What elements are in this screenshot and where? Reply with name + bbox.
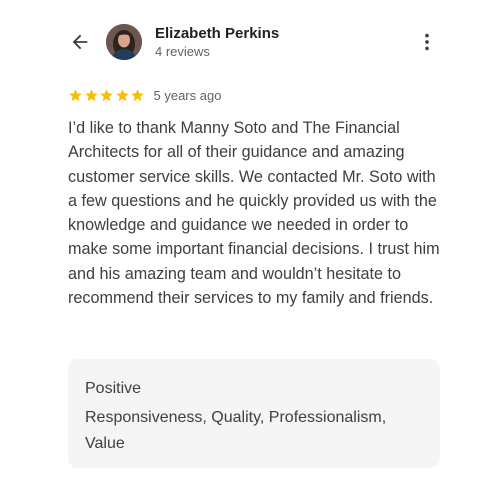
review-highlights-card: Positive Responsiveness, Quality, Profes…: [68, 359, 440, 468]
reviewer-review-count: 4 reviews: [155, 44, 210, 59]
reviewer-name[interactable]: Elizabeth Perkins: [155, 25, 279, 42]
avatar[interactable]: [106, 24, 142, 60]
star-icon: [115, 88, 129, 101]
review-header: Elizabeth Perkins 4 reviews: [0, 0, 500, 80]
star-icon: [131, 88, 144, 101]
arrow-back-icon: [72, 34, 88, 50]
more-options-button[interactable]: [415, 30, 439, 54]
highlights-title: Positive: [85, 380, 142, 397]
star-icon: [84, 88, 98, 101]
star-icon: [100, 88, 113, 101]
rating-row: 5 years ago: [68, 86, 221, 104]
highlights-list: Responsiveness, Quality, Professionalism…: [85, 409, 387, 452]
back-button[interactable]: [68, 30, 92, 54]
star-rating: [68, 88, 146, 103]
review-time: 5 years ago: [153, 87, 222, 103]
more-vertical-icon: [425, 33, 429, 51]
review-text: I’d like to thank Manny Soto and The Fin…: [68, 119, 440, 308]
star-icon: [69, 88, 82, 101]
